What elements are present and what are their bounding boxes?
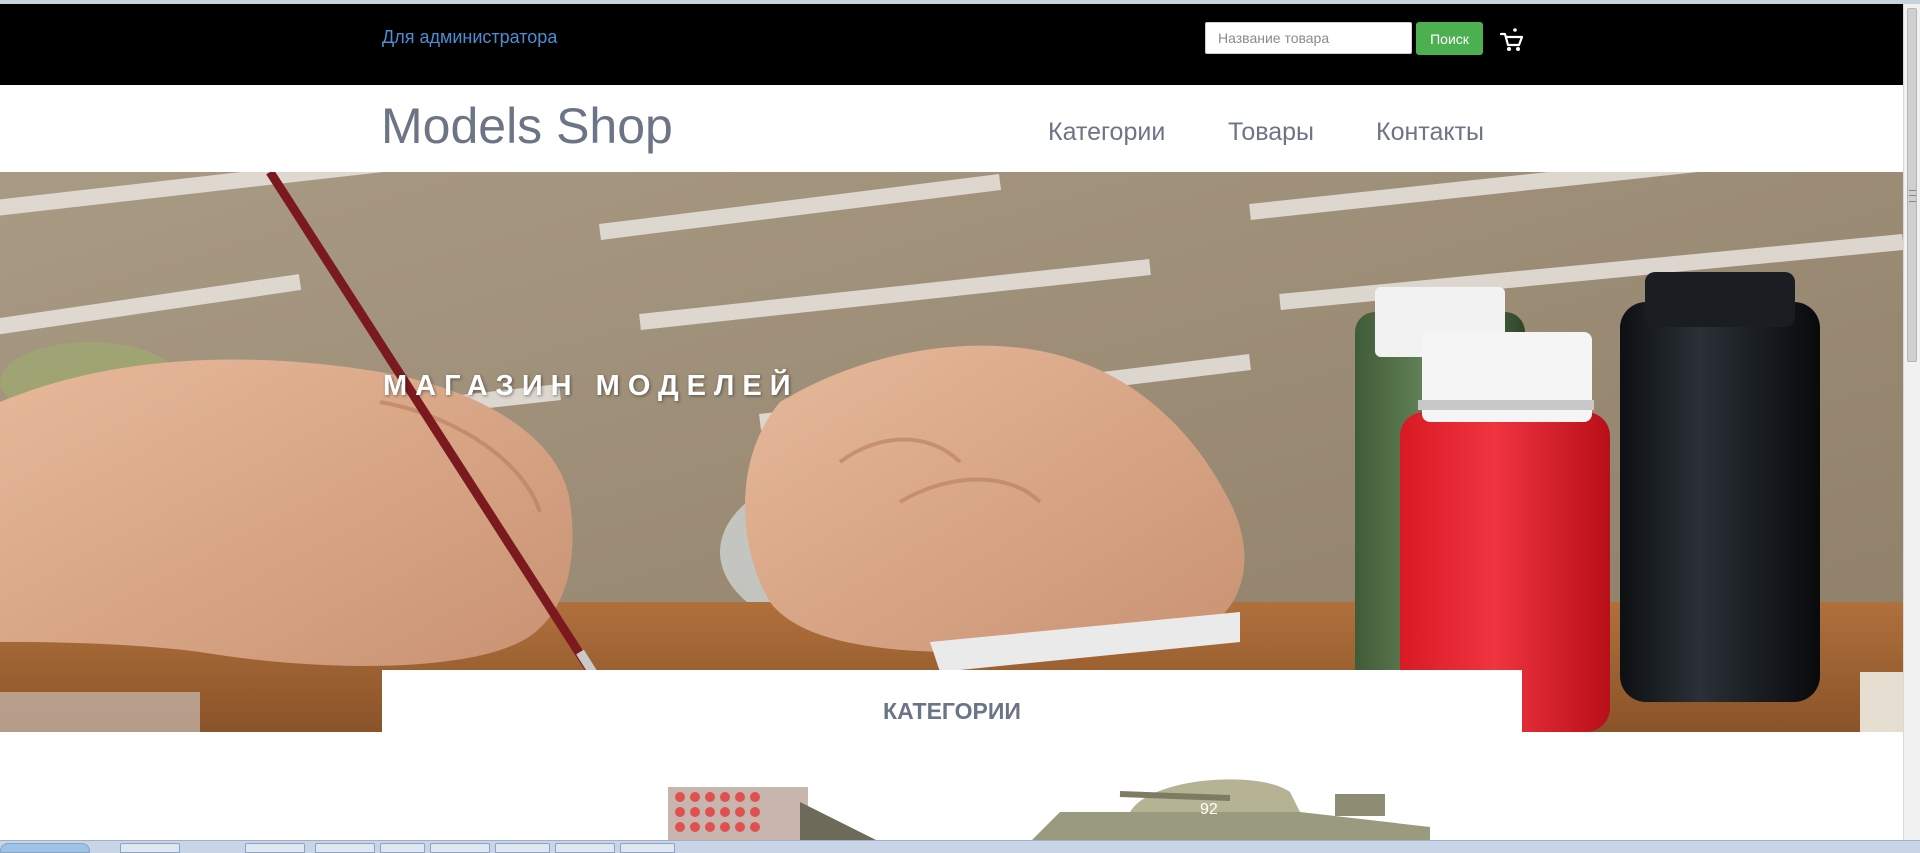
site-header: Models Shop Категории Товары Контакты [0, 85, 1903, 172]
nav-products[interactable]: Товары [1228, 118, 1314, 147]
admin-link[interactable]: Для администратора [382, 27, 557, 48]
hero-title: МАГАЗИН МОДЕЛЕЙ [383, 370, 799, 402]
category-images: 92 [0, 732, 1903, 842]
page-scrollbar[interactable] [1903, 4, 1920, 840]
hero-banner: МАГАЗИН МОДЕЛЕЙ [0, 172, 1903, 732]
category-image-tank[interactable]: 92 [1030, 779, 1430, 842]
nav-contacts[interactable]: Контакты [1376, 118, 1484, 147]
top-bar: Для администратора Поиск [0, 4, 1903, 85]
search-button[interactable]: Поиск [1416, 22, 1483, 55]
svg-text:92: 92 [1200, 801, 1218, 818]
os-taskbar [0, 840, 1920, 853]
hero-image [0, 172, 1903, 732]
categories-panel: КАТЕГОРИИ [382, 670, 1522, 732]
site-logo[interactable]: Models Shop [381, 97, 673, 155]
categories-title: КАТЕГОРИИ [883, 698, 1021, 724]
cart-icon[interactable] [1498, 26, 1526, 54]
nav-categories[interactable]: Категории [1048, 118, 1165, 147]
search-input[interactable] [1205, 22, 1412, 54]
scrollbar-grip-icon [1909, 190, 1916, 202]
scrollbar-thumb[interactable] [1907, 8, 1917, 362]
category-image-artillery[interactable] [668, 787, 880, 842]
